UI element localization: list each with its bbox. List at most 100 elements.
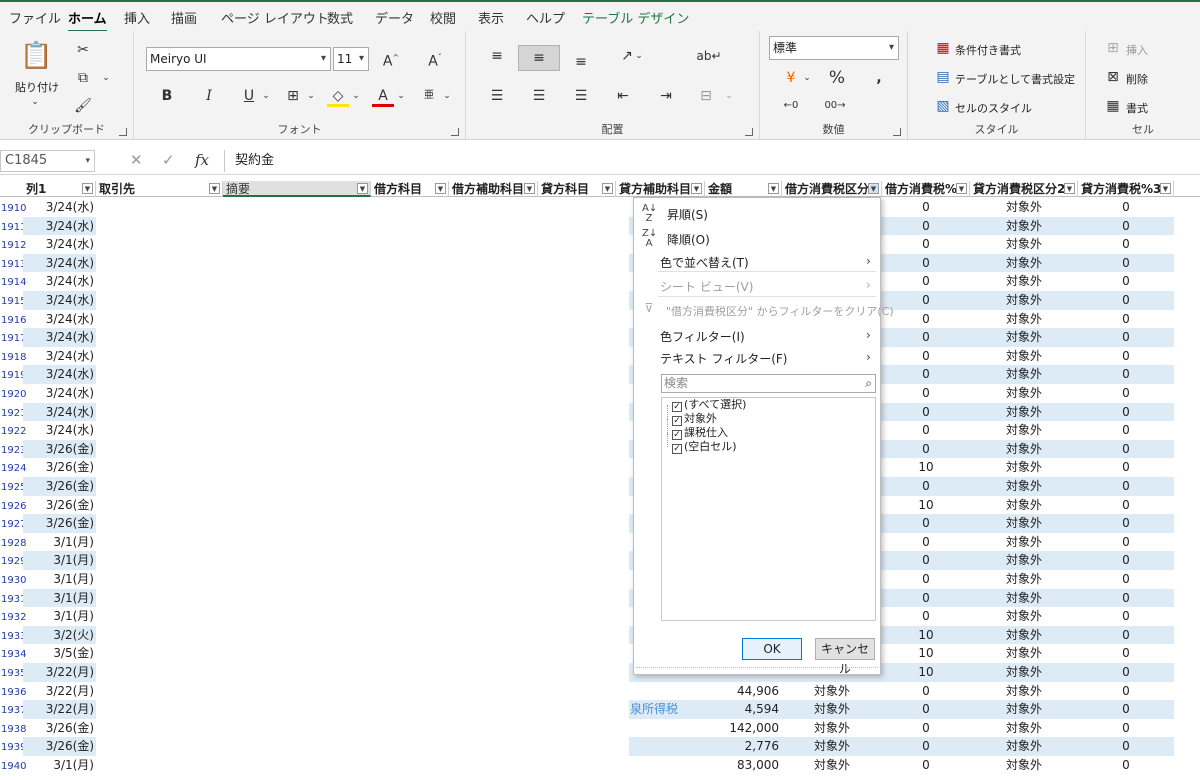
number-launcher-icon[interactable]: [893, 128, 901, 136]
ok-button[interactable]: OK: [742, 638, 802, 660]
cell-date[interactable]: 3/24(水): [23, 402, 96, 422]
checkbox-checked-icon[interactable]: ✓: [672, 416, 682, 426]
sort-descending-item[interactable]: 降順(O): [667, 231, 710, 248]
cell-date[interactable]: 3/22(月): [23, 663, 96, 682]
cell-credit-sub[interactable]: 泉所得税: [629, 700, 705, 719]
cell-credit-tax-pct[interactable]: 0: [1078, 347, 1174, 366]
cell-credit-tax-pct[interactable]: 0: [1078, 663, 1174, 682]
merge-dropdown-icon[interactable]: ⌄: [724, 85, 734, 107]
cell-debit-tax-pct[interactable]: 0: [882, 737, 970, 756]
cell-debit-tax-pct[interactable]: 0: [882, 719, 970, 738]
row-number[interactable]: 1924: [0, 461, 26, 477]
row-number[interactable]: 1940: [0, 759, 26, 775]
cell-credit-tax-type[interactable]: 対象外: [970, 607, 1078, 626]
cell-date[interactable]: 3/24(水): [23, 328, 96, 347]
format-as-table-button[interactable]: テーブルとして書式設定: [955, 71, 1075, 87]
cell-credit-tax-type[interactable]: 対象外: [970, 663, 1078, 682]
tab-table-design[interactable]: テーブル デザイン: [582, 8, 689, 27]
align-top-icon[interactable]: ≡: [484, 45, 510, 67]
formula-input[interactable]: 契約金: [224, 150, 1200, 172]
filter-dropdown-icon[interactable]: ▼: [602, 183, 613, 194]
cell-debit-tax-pct[interactable]: 0: [882, 439, 970, 459]
cell-date[interactable]: 3/24(水): [23, 235, 96, 254]
header-credit-account[interactable]: 貸方科目 ▼: [538, 181, 616, 197]
cell-date[interactable]: 3/26(金): [23, 458, 96, 477]
cell-credit-tax-pct[interactable]: 0: [1078, 607, 1174, 626]
decrease-decimal-icon[interactable]: 00→: [824, 95, 846, 117]
sort-by-color-item[interactable]: 色で並べ替え(T) ›: [660, 254, 871, 271]
row-number[interactable]: 1923: [0, 443, 26, 459]
cell-debit-tax-pct[interactable]: 0: [882, 235, 970, 254]
copy-dropdown-icon[interactable]: ⌄: [100, 67, 112, 89]
cell-credit-sub[interactable]: [629, 737, 705, 756]
cell-date[interactable]: 3/24(水): [23, 291, 96, 310]
tab-view[interactable]: 表示: [478, 8, 504, 27]
cell-amount[interactable]: 142,000: [705, 719, 782, 738]
cell-debit-tax-pct[interactable]: 0: [882, 607, 970, 626]
font-size-select[interactable]: 11 ▾: [333, 47, 369, 71]
checkbox-checked-icon[interactable]: ✓: [672, 430, 682, 440]
cell-date[interactable]: 3/1(月): [23, 551, 96, 570]
delete-cells-button[interactable]: 削除: [1126, 71, 1148, 87]
increase-decimal-icon[interactable]: ←0: [780, 95, 802, 117]
cell-debit-tax-pct[interactable]: 0: [882, 253, 970, 273]
header-debit-sub[interactable]: 借方補助科目 ▼: [449, 181, 538, 197]
cell-credit-tax-type[interactable]: 対象外: [970, 737, 1078, 756]
cut-icon[interactable]: ✂: [72, 39, 94, 61]
cell-credit-tax-pct[interactable]: 0: [1078, 625, 1174, 645]
cell-credit-tax-type[interactable]: 対象外: [970, 328, 1078, 347]
number-format-select[interactable]: 標準 ▾: [769, 36, 899, 60]
cell-credit-tax-pct[interactable]: 0: [1078, 235, 1174, 254]
cell-date[interactable]: 3/24(水): [23, 272, 96, 291]
filter-search-input[interactable]: 検索 ⌕: [661, 374, 876, 393]
cell-date[interactable]: 3/5(金): [23, 644, 96, 663]
cell-debit-tax-pct[interactable]: 10: [882, 625, 970, 645]
accounting-dropdown-icon[interactable]: ⌄: [802, 67, 812, 89]
filter-dropdown-icon[interactable]: ▼: [868, 183, 879, 194]
cell-date[interactable]: 3/1(月): [23, 533, 96, 552]
cell-debit-tax-type[interactable]: 対象外: [782, 700, 882, 719]
tab-help[interactable]: ヘルプ: [526, 8, 565, 27]
orientation-dropdown-icon[interactable]: ⌄: [634, 45, 644, 67]
grow-font-icon[interactable]: A^: [380, 47, 402, 70]
cell-debit-tax-pct[interactable]: 0: [882, 533, 970, 552]
cell-amount[interactable]: 2,776: [705, 737, 782, 756]
cell-date[interactable]: 3/26(金): [23, 719, 96, 738]
checkbox-checked-icon[interactable]: ✓: [672, 444, 682, 454]
cell-debit-tax-pct[interactable]: 0: [882, 384, 970, 403]
cell-credit-tax-pct[interactable]: 0: [1078, 421, 1174, 440]
row-number[interactable]: 1910: [0, 201, 26, 217]
cell-credit-tax-pct[interactable]: 0: [1078, 737, 1174, 756]
cell-debit-tax-type[interactable]: 対象外: [782, 756, 882, 775]
row-number[interactable]: 1913: [0, 257, 26, 273]
cell-credit-tax-pct[interactable]: 0: [1078, 291, 1174, 310]
cell-date[interactable]: 3/1(月): [23, 607, 96, 626]
cell-credit-tax-pct[interactable]: 0: [1078, 588, 1174, 608]
cell-date[interactable]: 3/24(水): [23, 310, 96, 329]
header-col1[interactable]: 列1 ▼: [0, 181, 96, 197]
cell-credit-tax-pct[interactable]: 0: [1078, 402, 1174, 422]
insert-function-icon[interactable]: fx: [195, 151, 209, 169]
cell-date[interactable]: 3/1(月): [23, 588, 96, 608]
tab-data[interactable]: データ: [375, 8, 414, 27]
filter-option[interactable]: ✓ 対象外: [667, 405, 717, 426]
filter-dropdown-icon[interactable]: ▼: [768, 183, 779, 194]
cell-credit-tax-type[interactable]: 対象外: [970, 719, 1078, 738]
cell-date[interactable]: 3/24(水): [23, 421, 96, 440]
cell-date[interactable]: 3/22(月): [23, 682, 96, 701]
cell-credit-tax-type[interactable]: 対象外: [970, 551, 1078, 570]
cell-credit-tax-type[interactable]: 対象外: [970, 625, 1078, 645]
cell-credit-tax-type[interactable]: 対象外: [970, 644, 1078, 663]
cell-styles-button[interactable]: セルのスタイル: [955, 100, 1032, 116]
filter-dropdown-icon[interactable]: ▼: [1160, 183, 1171, 194]
row-number[interactable]: 1933: [0, 629, 26, 645]
cell-credit-tax-type[interactable]: 対象外: [970, 533, 1078, 552]
cell-credit-tax-type[interactable]: 対象外: [970, 570, 1078, 589]
row-number[interactable]: 1937: [0, 703, 26, 719]
borders-dropdown-icon[interactable]: ⌄: [306, 85, 316, 107]
cell-debit-tax-pct[interactable]: 0: [882, 682, 970, 701]
row-number[interactable]: 1915: [0, 294, 26, 310]
cell-credit-tax-pct[interactable]: 0: [1078, 272, 1174, 291]
cell-credit-tax-pct[interactable]: 0: [1078, 310, 1174, 329]
font-launcher-icon[interactable]: [451, 128, 459, 136]
